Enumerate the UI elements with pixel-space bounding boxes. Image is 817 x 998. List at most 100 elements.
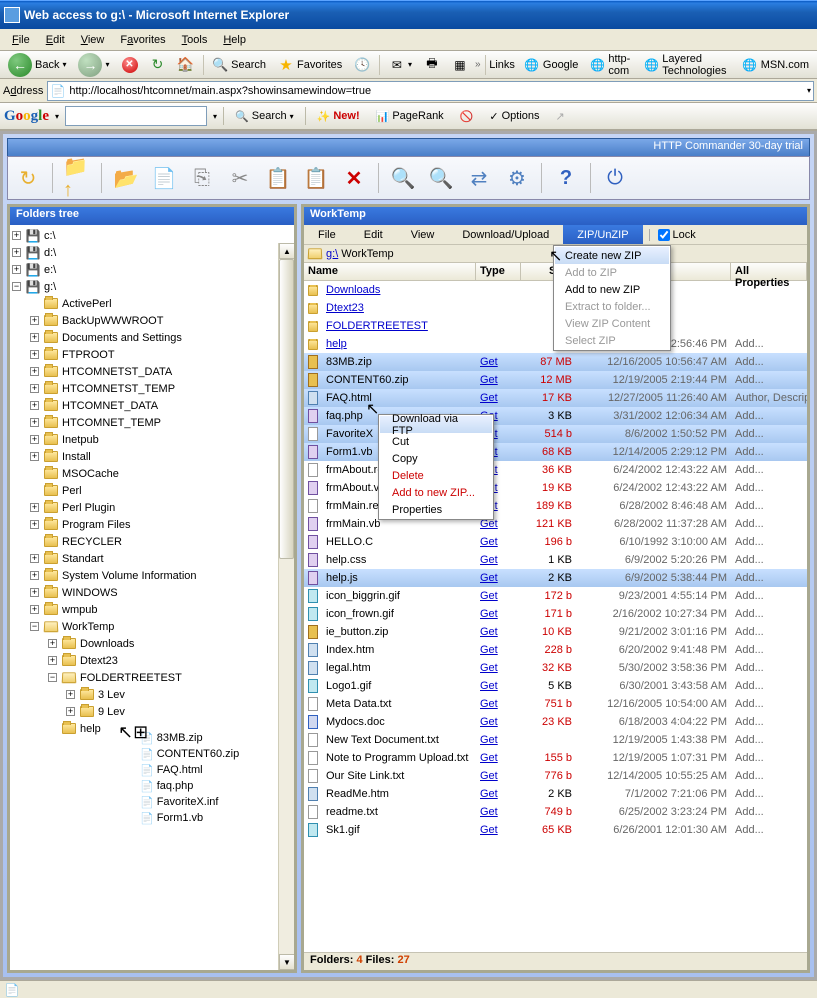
app-zoom-button[interactable]: 🔍	[427, 164, 455, 192]
file-row[interactable]: Sk1.gifGet65 KB6/26/2001 12:01:30 AMAdd.…	[304, 821, 807, 839]
tree-toggle-icon[interactable]	[48, 724, 57, 733]
file-row[interactable]: FAQ.htmlGet17 KB12/27/2005 11:26:40 AMAu…	[304, 389, 807, 407]
app-up-button[interactable]: 📁↑	[63, 164, 91, 192]
tree-node[interactable]: +BackUpWWWROOT	[12, 312, 292, 329]
menu-view[interactable]: View	[73, 32, 113, 48]
scroll-thumb[interactable]	[279, 259, 294, 559]
tree-node[interactable]: MSOCache	[12, 465, 292, 482]
tree-node[interactable]: +HTCOMNETST_TEMP	[12, 380, 292, 397]
tree-toggle-icon[interactable]	[30, 469, 39, 478]
filemenu-edit[interactable]: Edit	[350, 225, 397, 244]
tree-toggle-icon[interactable]: +	[30, 571, 39, 580]
tree-node[interactable]: +9 Lev	[12, 703, 292, 720]
file-row[interactable]: readme.txtGet749 b6/25/2002 3:23:24 PMAd…	[304, 803, 807, 821]
filemenu-view[interactable]: View	[397, 225, 449, 244]
tree-toggle-icon[interactable]: +	[30, 316, 39, 325]
link-google[interactable]: 🌐Google	[519, 54, 583, 76]
forward-button[interactable]: → ▾	[73, 54, 114, 76]
app-delete-button[interactable]: ✕	[340, 164, 368, 192]
blocked-button[interactable]: 🚫	[455, 106, 479, 126]
tree-node[interactable]: help	[12, 720, 292, 737]
tree-node[interactable]: −WorkTemp	[12, 618, 292, 635]
scroll-up-icon[interactable]: ▲	[279, 243, 294, 259]
tree-node[interactable]: +Documents and Settings	[12, 329, 292, 346]
tree-node[interactable]: +HTCOMNET_TEMP	[12, 414, 292, 431]
tree-toggle-icon[interactable]: +	[30, 384, 39, 393]
app-paste2-button[interactable]: 📋	[302, 164, 330, 192]
file-row[interactable]: Meta Data.txtGet751 b12/16/2005 10:54:00…	[304, 695, 807, 713]
tree-toggle-icon[interactable]: +	[30, 401, 39, 410]
tree-toggle-icon[interactable]: −	[48, 673, 57, 682]
file-row[interactable]: help.cssGet1 KB6/9/2002 5:20:26 PMAdd...	[304, 551, 807, 569]
link-httpcom[interactable]: 🌐http-com	[585, 54, 637, 76]
folder-tree[interactable]: +💾c:\+💾d:\+💾e:\−💾g:\ActivePerl+BackUpWWW…	[10, 225, 294, 739]
app-cut-button[interactable]: ✂	[226, 164, 254, 192]
tree-node[interactable]: +💾d:\	[12, 244, 292, 261]
search-button[interactable]: 🔍Search	[207, 54, 271, 76]
tree-node[interactable]: +System Volume Information	[12, 567, 292, 584]
menu-favorites[interactable]: Favorites	[112, 32, 173, 48]
tree-toggle-icon[interactable]: +	[30, 367, 39, 376]
zip-menu-item[interactable]: Add to new ZIP	[555, 281, 669, 298]
tree-toggle-icon[interactable]: +	[12, 265, 21, 274]
tree-toggle-icon[interactable]: +	[30, 588, 39, 597]
address-input-wrapper[interactable]: 📄 ▾	[47, 81, 814, 101]
tree-node[interactable]: +3 Lev	[12, 686, 292, 703]
tree-toggle-icon[interactable]: +	[30, 503, 39, 512]
tree-toggle-icon[interactable]: +	[66, 707, 75, 716]
filemenu-zip[interactable]: ZIP/UnZIP	[563, 225, 642, 244]
tree-node[interactable]: +HTCOMNET_DATA	[12, 397, 292, 414]
overflow-icon[interactable]: »	[475, 59, 481, 70]
file-row[interactable]: legal.htmGet32 KB5/30/2002 3:58:36 PMAdd…	[304, 659, 807, 677]
tree-toggle-icon[interactable]: +	[30, 350, 39, 359]
app-paste-button[interactable]: 📋	[264, 164, 292, 192]
file-row[interactable]: help.jsGet2 KB6/9/2002 5:38:44 PMAdd...	[304, 569, 807, 587]
filemenu-file[interactable]: File	[304, 225, 350, 244]
file-row[interactable]: Index.htmGet228 b6/20/2002 9:41:48 PMAdd…	[304, 641, 807, 659]
menu-file[interactable]: File	[4, 32, 38, 48]
file-row[interactable]: Our Site Link.txtGet776 b12/14/2005 10:5…	[304, 767, 807, 785]
extra-button[interactable]: ▦	[447, 54, 473, 76]
tree-node[interactable]: +Downloads	[12, 635, 292, 652]
home-button[interactable]: 🏠	[173, 54, 199, 76]
google-search-input[interactable]	[65, 106, 207, 126]
tree-scrollbar[interactable]: ▲ ▼	[278, 243, 294, 970]
context-menu-item[interactable]: Copy	[380, 450, 492, 467]
col-type[interactable]: Type	[476, 263, 521, 280]
file-row[interactable]: Logo1.gifGet5 KB6/30/2001 3:43:58 AMAdd.…	[304, 677, 807, 695]
tree-node[interactable]: +💾e:\	[12, 261, 292, 278]
app-copy-button[interactable]: ⎘	[188, 164, 216, 192]
menu-tools[interactable]: Tools	[174, 32, 216, 48]
tree-node[interactable]: +FTPROOT	[12, 346, 292, 363]
tree-node[interactable]: −💾g:\	[12, 278, 292, 295]
tree-toggle-icon[interactable]: +	[30, 520, 39, 529]
file-row[interactable]: Note to Programm Upload.txtGet155 b12/19…	[304, 749, 807, 767]
google-search-button[interactable]: 🔍Search▾	[230, 106, 299, 126]
file-row[interactable]: ReadMe.htmGet2 KB7/1/2002 7:21:06 PMAdd.…	[304, 785, 807, 803]
file-row[interactable]: icon_biggrin.gifGet172 b9/23/2001 4:55:1…	[304, 587, 807, 605]
path-text[interactable]: g:\ WorkTemp	[326, 248, 394, 260]
favorites-button[interactable]: ★Favorites	[273, 54, 347, 76]
link-layered[interactable]: 🌐Layered Technologies	[639, 54, 734, 76]
app-new-file-button[interactable]: 📄	[150, 164, 178, 192]
col-name[interactable]: Name	[304, 263, 476, 280]
tree-node[interactable]: +wmpub	[12, 601, 292, 618]
tree-toggle-icon[interactable]: +	[12, 231, 21, 240]
file-row[interactable]: ie_button.zipGet10 KB9/21/2002 3:01:16 P…	[304, 623, 807, 641]
zip-dropdown-menu[interactable]: Create new ZIPAdd to ZIPAdd to new ZIPEx…	[553, 245, 671, 351]
tree-toggle-icon[interactable]	[30, 537, 39, 546]
back-button[interactable]: ← Back ▾	[3, 54, 71, 76]
tree-toggle-icon[interactable]: −	[12, 282, 21, 291]
app-mirror-button[interactable]: ⇄	[465, 164, 493, 192]
refresh-button[interactable]: ↻	[145, 54, 171, 76]
tree-toggle-icon[interactable]: +	[30, 418, 39, 427]
mail-button[interactable]: ✉▾	[384, 54, 417, 76]
tree-node[interactable]: +Install	[12, 448, 292, 465]
tree-node[interactable]: +Dtext23	[12, 652, 292, 669]
file-row[interactable]: 83MB.zipGet87 MB12/16/2005 10:56:47 AMAd…	[304, 353, 807, 371]
google-options-button[interactable]: ✓Options	[484, 106, 544, 126]
tree-node[interactable]: +HTCOMNETST_DATA	[12, 363, 292, 380]
tree-toggle-icon[interactable]: +	[12, 248, 21, 257]
file-row[interactable]: CONTENT60.zipGet12 MB12/19/2005 2:19:44 …	[304, 371, 807, 389]
filemenu-download[interactable]: Download/Upload	[448, 225, 563, 244]
